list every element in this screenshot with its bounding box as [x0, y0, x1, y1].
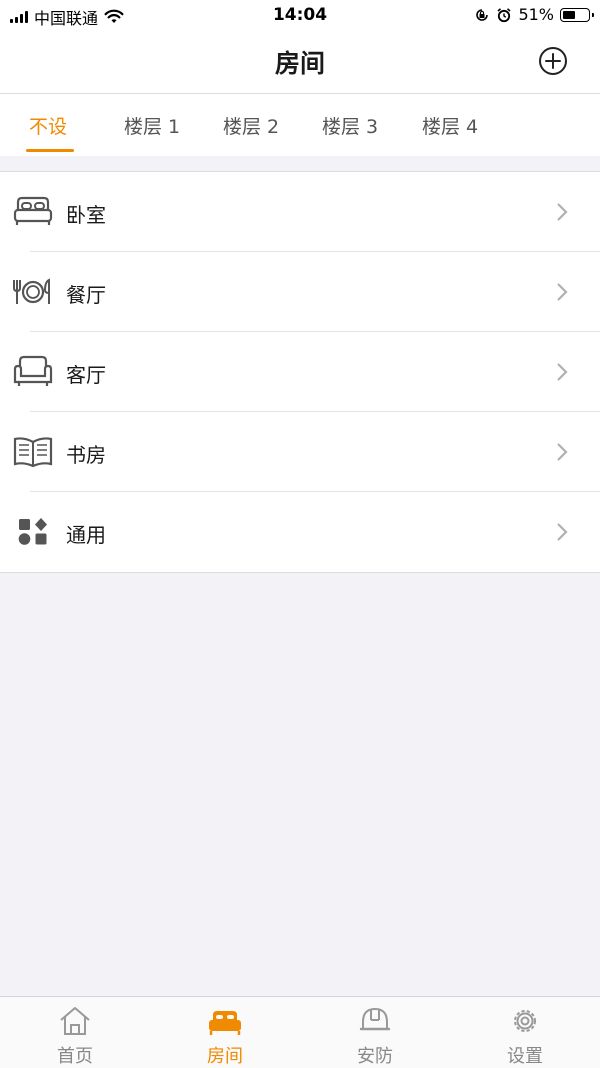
chevron-right-icon: [557, 443, 568, 461]
tab-floor-none[interactable]: 不设: [29, 112, 67, 139]
home-icon: [60, 1007, 90, 1035]
active-tab-indicator: [26, 149, 74, 152]
status-bar: 中国联通 14:04 51%: [0, 0, 600, 30]
sofa-icon: [13, 355, 53, 386]
orientation-lock-icon: [476, 8, 489, 21]
room-label: 客厅: [66, 363, 106, 387]
alarm-icon: [497, 7, 511, 22]
chevron-right-icon: [557, 523, 568, 541]
room-label: 卧室: [66, 203, 106, 227]
list-item-dining[interactable]: 餐厅: [0, 252, 600, 332]
chevron-right-icon: [557, 283, 568, 301]
list-item-general[interactable]: 通用: [0, 492, 600, 572]
gear-icon: [514, 1010, 536, 1032]
tab-home[interactable]: 首页: [0, 997, 150, 1068]
bed-icon: [209, 1011, 241, 1035]
tab-security[interactable]: 安防: [300, 997, 450, 1068]
tab-settings[interactable]: 设置: [450, 997, 600, 1068]
list-item-study[interactable]: 书房: [0, 412, 600, 492]
tab-floor-4[interactable]: 楼层 4: [422, 112, 478, 139]
floor-tabs: 不设 楼层 1 楼层 2 楼层 3 楼层 4: [0, 94, 600, 156]
room-label: 通用: [66, 523, 106, 547]
bottom-tab-bar: 首页 房间 安防 设置: [0, 996, 600, 1068]
tab-label: 房间: [207, 1046, 243, 1067]
tab-label: 首页: [57, 1046, 93, 1067]
room-label: 书房: [66, 443, 106, 467]
tab-rooms[interactable]: 房间: [150, 997, 300, 1068]
battery-fill: [563, 10, 575, 19]
nav-bar: 房间: [0, 30, 600, 94]
plus-circle-icon[interactable]: [538, 46, 568, 76]
status-right: 51%: [474, 5, 594, 24]
tab-floor-3[interactable]: 楼层 3: [322, 112, 378, 139]
tab-label: 安防: [357, 1046, 393, 1067]
room-label: 餐厅: [66, 283, 106, 307]
room-list: 卧室 餐厅 客厅 书房 通用: [0, 171, 600, 573]
book-icon: [13, 437, 53, 468]
bed-icon: [13, 196, 53, 225]
chevron-right-icon: [557, 203, 568, 221]
dining-icon: [13, 278, 50, 304]
apps-icon: [18, 518, 47, 545]
tab-floor-2[interactable]: 楼层 2: [223, 112, 279, 139]
battery-icon: [560, 7, 594, 22]
tab-label: 设置: [507, 1046, 543, 1067]
page-title: 房间: [274, 49, 325, 78]
list-item-living-room[interactable]: 客厅: [0, 332, 600, 412]
tab-floor-1[interactable]: 楼层 1: [124, 112, 180, 139]
list-item-bedroom[interactable]: 卧室: [0, 172, 600, 252]
helmet-icon: [359, 1007, 391, 1031]
battery-percent: 51%: [518, 5, 554, 24]
chevron-right-icon: [557, 363, 568, 381]
